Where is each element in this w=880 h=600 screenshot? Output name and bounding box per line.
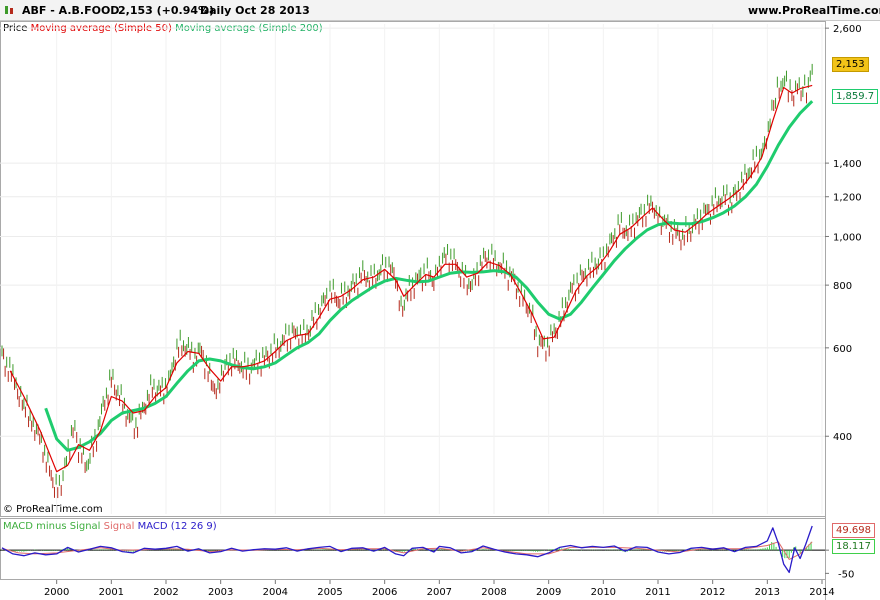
price-y-tick-label: 2,600: [833, 24, 862, 35]
x-tick-label: 2003: [208, 587, 233, 598]
signal-value-badge: 18.117: [832, 539, 875, 554]
x-tick-label: 2010: [591, 587, 616, 598]
price-y-tick-label: 1,400: [833, 159, 862, 170]
macd-value-badge: 49.698: [832, 523, 875, 538]
price-y-tick-label: 1,000: [833, 232, 862, 243]
axis-layer: 400 600 800 1,000 1,200 1,400 2,600 2000 2001 200…: [44, 24, 862, 598]
price-y-tick-label: 400: [833, 432, 852, 443]
x-tick-label: 2014: [809, 587, 834, 598]
ma50-line: [9, 84, 813, 473]
last-price-badge: 2,153: [832, 57, 869, 72]
macd-y-tick-label: -50: [838, 569, 854, 580]
x-tick-label: 2002: [153, 587, 178, 598]
x-tick-label: 2007: [427, 587, 452, 598]
x-tick-label: 2005: [317, 587, 342, 598]
x-tick-label: 2006: [372, 587, 397, 598]
x-tick-label: 2000: [44, 587, 69, 598]
price-y-tick-label: 600: [833, 344, 852, 355]
x-tick-label: 2009: [536, 587, 561, 598]
macd-layer: [0, 525, 825, 574]
price-panel-frame: [0, 21, 826, 517]
ma200-value-badge: 1,859.7: [832, 89, 879, 104]
x-tick-label: 2001: [99, 587, 124, 598]
x-tick-label: 2004: [263, 587, 288, 598]
x-tick-label: 2012: [700, 587, 725, 598]
x-tick-label: 2011: [645, 587, 670, 598]
x-tick-label: 2013: [755, 587, 780, 598]
price-y-tick-label: 800: [833, 281, 852, 292]
price-layer: [0, 24, 825, 514]
price-y-tick-label: 1,200: [833, 193, 862, 204]
x-tick-label: 2008: [481, 587, 506, 598]
chart-svg: 400 600 800 1,000 1,200 1,400 2,600 2000 2001 200…: [0, 21, 862, 600]
